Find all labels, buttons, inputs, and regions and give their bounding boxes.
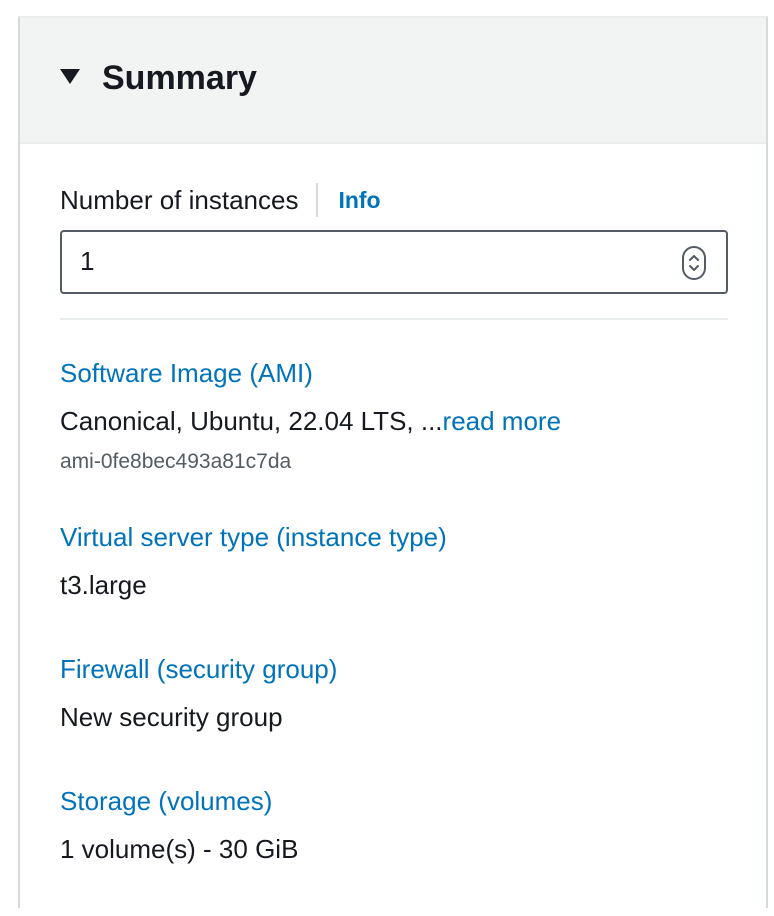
- number-of-instances-input[interactable]: 1: [60, 230, 728, 294]
- instances-label-row: Number of instances Info: [60, 180, 381, 220]
- instance-type-value: t3.large: [60, 570, 147, 601]
- summary-header[interactable]: Summary: [20, 18, 766, 144]
- section-divider: [60, 318, 728, 320]
- ami-description: Canonical, Ubuntu, 22.04 LTS, ...read mo…: [60, 406, 561, 437]
- info-link[interactable]: Info: [338, 187, 380, 214]
- caret-down-icon[interactable]: [60, 69, 80, 84]
- up-down-stepper-icon[interactable]: [682, 246, 706, 280]
- panel-title: Summary: [102, 56, 257, 100]
- software-image-link[interactable]: Software Image (AMI): [60, 358, 313, 389]
- number-of-instances-value[interactable]: 1: [80, 246, 94, 277]
- ami-description-text: Canonical, Ubuntu, 22.04 LTS, ...: [60, 406, 443, 436]
- storage-link[interactable]: Storage (volumes): [60, 786, 272, 817]
- instances-label: Number of instances: [60, 185, 298, 216]
- storage-value: 1 volume(s) - 30 GiB: [60, 834, 298, 865]
- label-divider: [316, 183, 318, 217]
- read-more-link[interactable]: read more: [443, 406, 562, 436]
- firewall-link[interactable]: Firewall (security group): [60, 654, 337, 685]
- firewall-value: New security group: [60, 702, 283, 733]
- instance-type-link[interactable]: Virtual server type (instance type): [60, 522, 447, 553]
- ami-id: ami-0fe8bec493a81c7da: [60, 450, 291, 474]
- summary-panel: Summary Number of instances Info 1 Softw…: [18, 16, 768, 908]
